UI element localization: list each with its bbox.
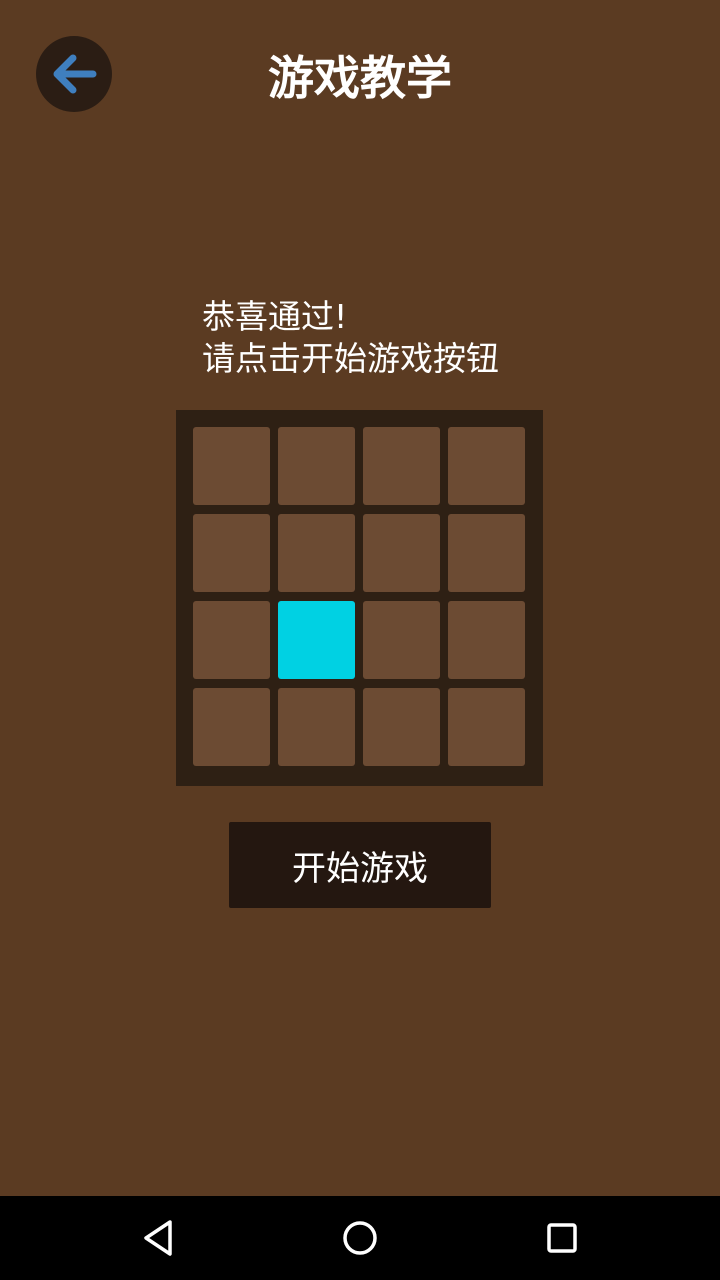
tutorial-message: 恭喜通过! 请点击开始游戏按钮 xyxy=(202,296,499,380)
board-cell[interactable] xyxy=(193,514,270,592)
board-cell-active[interactable] xyxy=(278,601,355,679)
tutorial-line-2: 请点击开始游戏按钮 xyxy=(202,339,499,378)
board-cell[interactable] xyxy=(448,601,525,679)
start-game-button[interactable]: 开始游戏 xyxy=(229,822,491,908)
board-cell[interactable] xyxy=(448,688,525,766)
board-cell[interactable] xyxy=(363,601,440,679)
system-navigation-bar xyxy=(0,1196,720,1280)
board-cell[interactable] xyxy=(363,688,440,766)
app-screen: 游戏教学 恭喜通过! 请点击开始游戏按钮 开始游戏 xyxy=(0,0,720,1196)
board-cell[interactable] xyxy=(278,514,355,592)
board-cell[interactable] xyxy=(193,688,270,766)
game-board xyxy=(176,410,543,786)
board-cell[interactable] xyxy=(278,427,355,505)
nav-recent-apps-icon[interactable] xyxy=(540,1216,584,1260)
board-cell[interactable] xyxy=(448,514,525,592)
page-title: 游戏教学 xyxy=(268,51,452,105)
board-cell[interactable] xyxy=(448,427,525,505)
tutorial-line-1: 恭喜通过! xyxy=(202,297,348,336)
board-cell[interactable] xyxy=(193,427,270,505)
board-cell[interactable] xyxy=(278,688,355,766)
board-cell[interactable] xyxy=(193,601,270,679)
board-cell[interactable] xyxy=(363,427,440,505)
nav-home-icon[interactable] xyxy=(338,1216,382,1260)
nav-back-icon[interactable] xyxy=(136,1216,180,1260)
board-cell[interactable] xyxy=(363,514,440,592)
